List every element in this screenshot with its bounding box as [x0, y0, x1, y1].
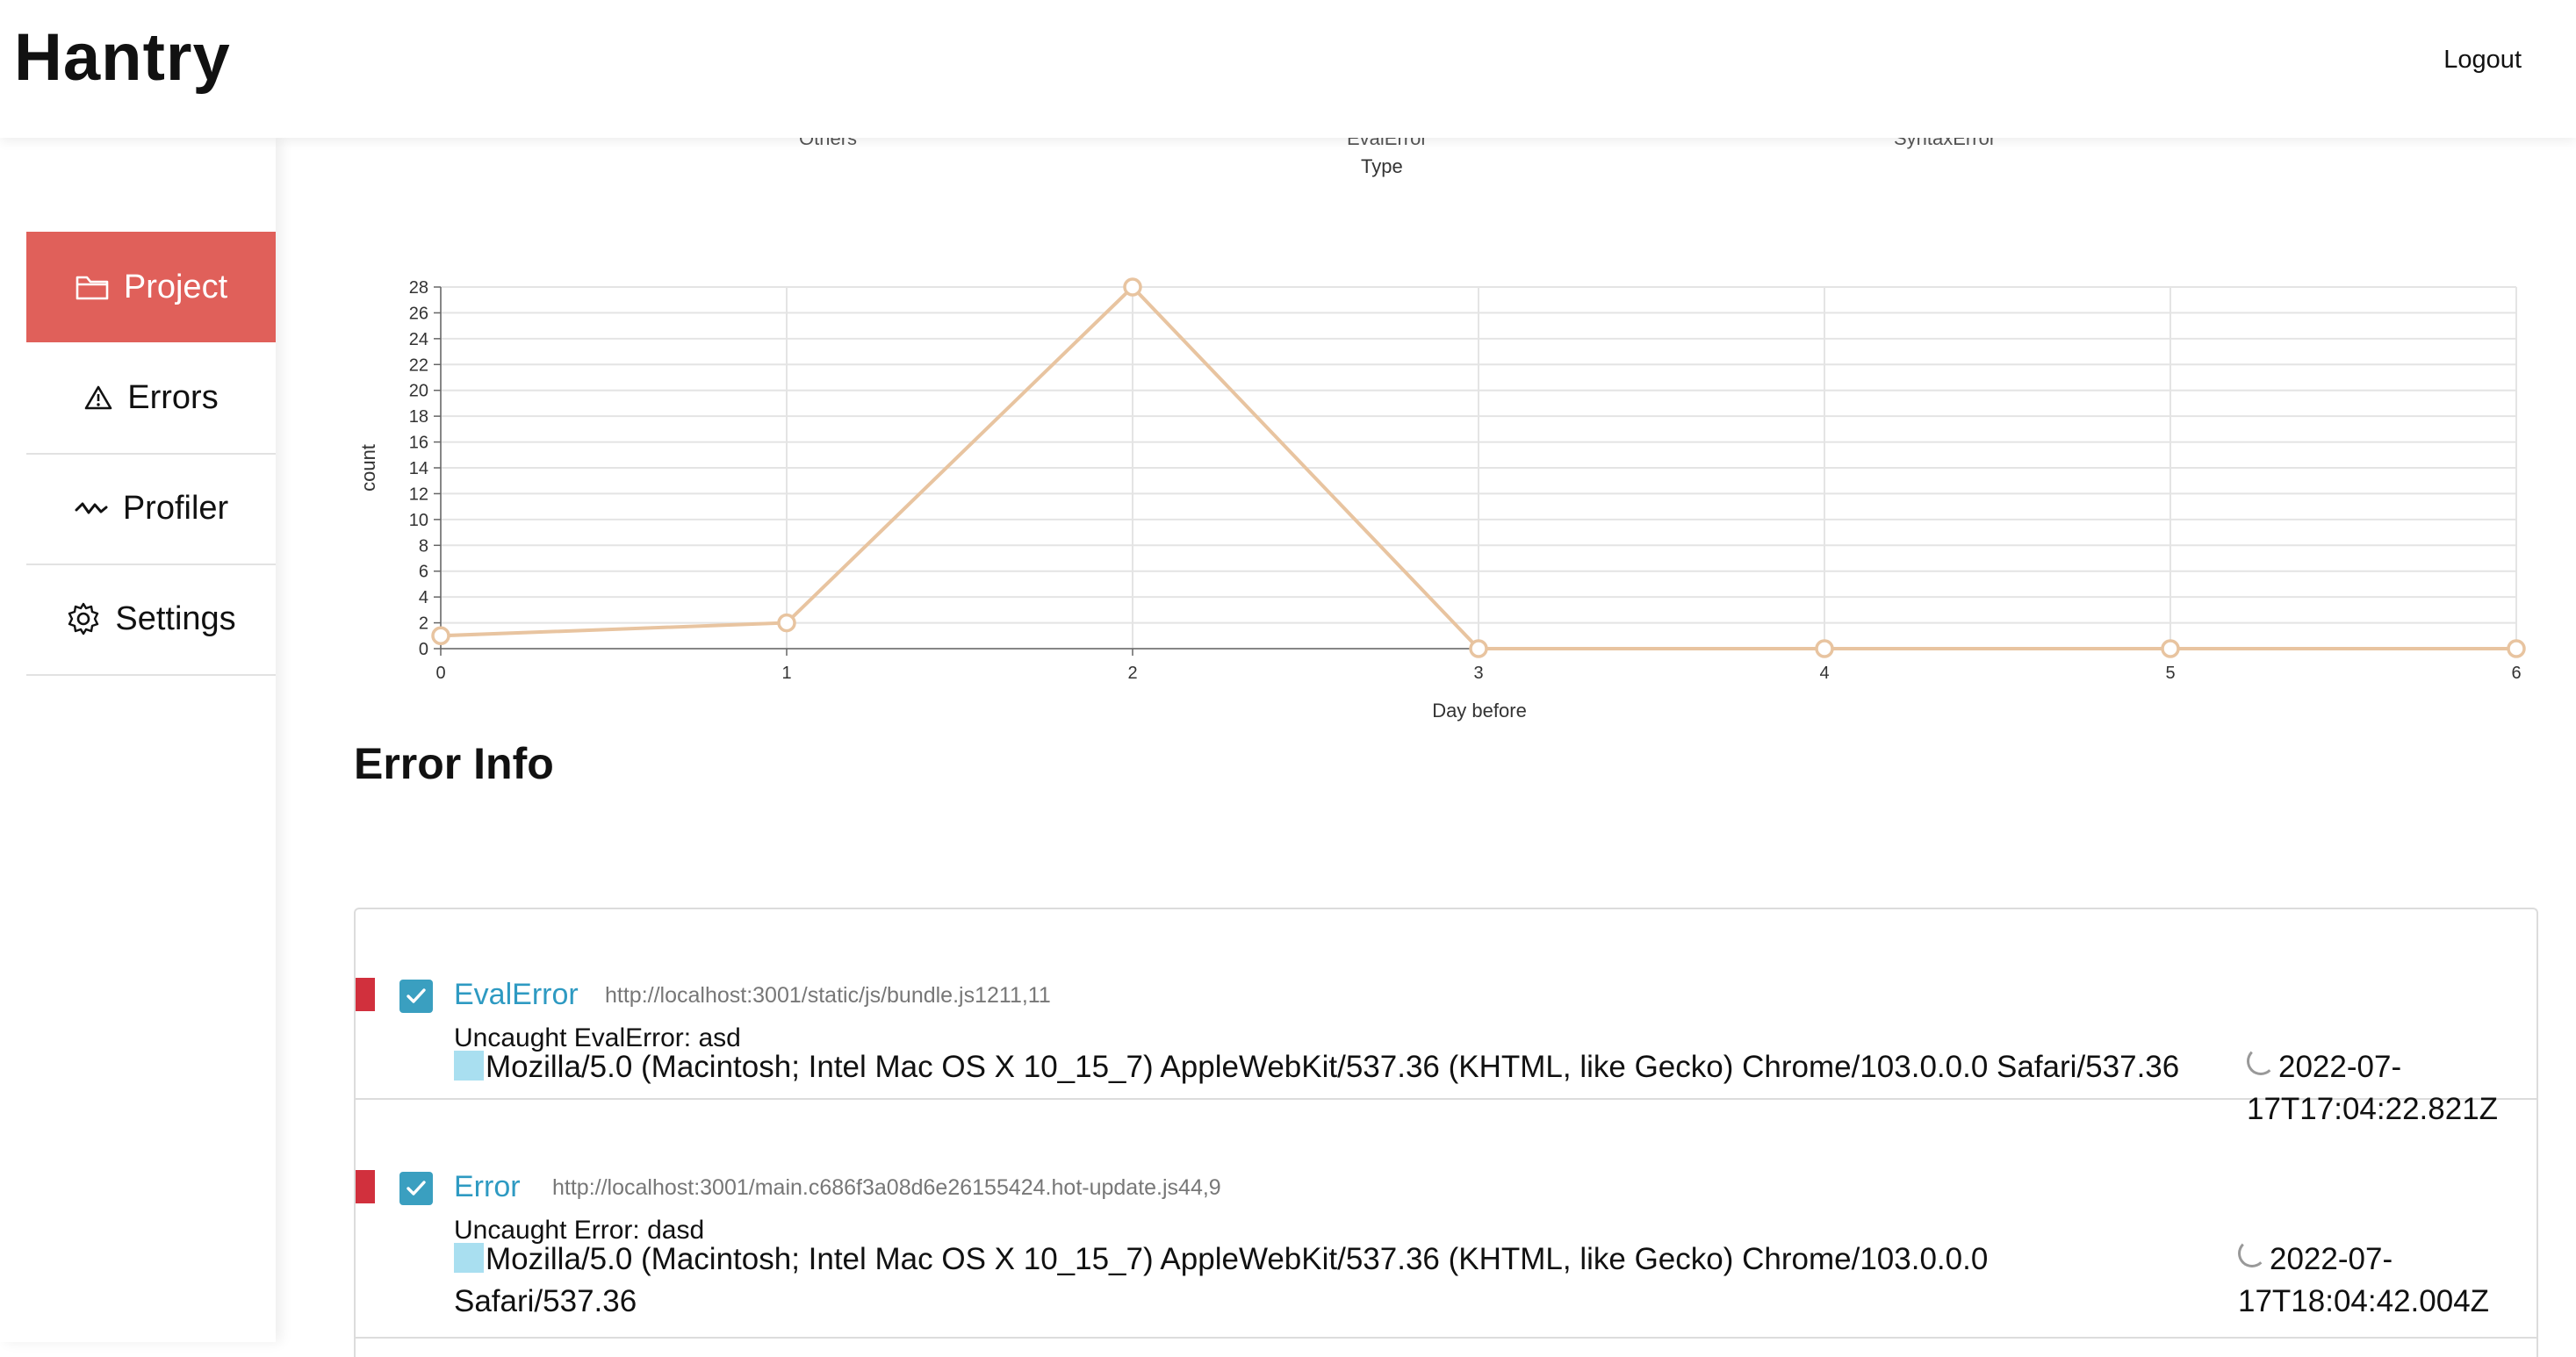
error-timestamp: 2022-07- 17T18:04:42.004Z	[2238, 1239, 2489, 1323]
user-agent-text: Safari/537.36	[454, 1284, 637, 1318]
error-list-item[interactable]: Error http://localhost:3001/main.c686f3a…	[356, 1100, 2536, 1339]
error-severity-marker	[356, 1170, 375, 1203]
sidebar-item-settings[interactable]: Settings	[26, 564, 276, 676]
x-tick-label: 3	[1473, 664, 1483, 683]
timestamp-text: 17T18:04:42.004Z	[2238, 1284, 2490, 1318]
errors-per-day-line-chart: 02468101214161820222426280 1 2 3 4 5 6 count D…	[357, 277, 2526, 722]
y-tick-label: 20	[409, 382, 428, 401]
data-point	[2507, 639, 2526, 658]
error-list-item[interactable]: EvalError http://localhost:3001/static/j…	[356, 909, 2536, 1126]
react-icon	[454, 1051, 484, 1081]
error-user-agent: Mozilla/5.0 (Macintosh; Intel Mac OS X 1…	[454, 1046, 2179, 1088]
error-severity-marker	[356, 978, 375, 1011]
brand-logo[interactable]: Hantry	[14, 19, 231, 96]
gear-icon	[66, 601, 101, 636]
error-checkbox[interactable]	[399, 1172, 433, 1205]
x-tick-label: 5	[2165, 664, 2175, 683]
y-tick-label: 0	[419, 640, 428, 659]
y-tick-label: 4	[419, 588, 428, 607]
data-point	[777, 613, 796, 633]
data-point	[1469, 639, 1488, 658]
y-tick-label: 22	[409, 355, 428, 375]
user-agent-text: Mozilla/5.0 (Macintosh; Intel Mac OS X 1…	[486, 1050, 2180, 1084]
sidebar-item-project[interactable]: Project	[26, 232, 276, 342]
x-tick-label: 6	[2511, 664, 2521, 683]
data-point	[2161, 639, 2180, 658]
wave-icon	[74, 498, 109, 519]
clock-icon	[2247, 1047, 2275, 1075]
y-tick-label: 10	[409, 511, 428, 530]
y-tick-label: 18	[409, 407, 428, 427]
y-tick-label: 6	[419, 563, 428, 582]
sidebar-item-profiler[interactable]: Profiler	[26, 453, 276, 565]
react-icon	[454, 1243, 484, 1273]
user-agent-text: Mozilla/5.0 (Macintosh; Intel Mac OS X 1…	[486, 1242, 1989, 1276]
top-header: Hantry Logout	[0, 0, 2576, 138]
y-tick-label: 2	[419, 614, 428, 634]
y-tick-label: 24	[409, 330, 428, 349]
error-source-url: http://localhost:3001/static/js/bundle.j…	[605, 983, 1051, 1008]
error-info-title: Error Info	[354, 739, 554, 788]
y-tick-label: 28	[409, 278, 428, 298]
data-point	[1815, 639, 1834, 658]
x-tick-label: 2	[1127, 664, 1137, 683]
sidebar-item-label: Project	[123, 268, 228, 305]
logout-button[interactable]: Logout	[2443, 46, 2522, 75]
warning-icon	[83, 384, 113, 411]
sidebar-item-errors[interactable]: Errors	[26, 342, 276, 455]
error-user-agent: Mozilla/5.0 (Macintosh; Intel Mac OS X 1…	[454, 1239, 2122, 1323]
error-name[interactable]: EvalError	[454, 978, 579, 1012]
sidebar-item-label: Errors	[127, 378, 219, 416]
error-source-url: http://localhost:3001/main.c686f3a08d6e2…	[552, 1175, 1221, 1200]
x-tick-label: 0	[435, 664, 445, 683]
y-axis-title: count	[357, 444, 379, 492]
y-tick-label: 26	[409, 304, 428, 323]
y-tick-label: 12	[409, 485, 428, 504]
y-tick-label: 14	[409, 459, 428, 478]
error-list: EvalError http://localhost:3001/static/j…	[354, 908, 2538, 1357]
sidebar-item-label: Settings	[115, 600, 236, 637]
main-content: Others EvalError SyntaxError Type 024681…	[276, 138, 2576, 1357]
data-point	[431, 626, 450, 646]
error-checkbox[interactable]	[399, 980, 433, 1013]
timestamp-text: 2022-07-	[2270, 1242, 2393, 1276]
y-tick-label: 8	[419, 536, 428, 556]
folder-icon	[75, 272, 110, 302]
clock-icon	[2238, 1239, 2266, 1267]
error-name[interactable]: Error	[454, 1170, 521, 1204]
sidebar-item-label: Profiler	[122, 489, 229, 527]
x-tick-label: 1	[781, 664, 791, 683]
x-tick-label: 4	[1819, 664, 1829, 683]
y-tick-label: 16	[409, 434, 428, 453]
data-point	[1123, 277, 1142, 297]
x-axis-title: Day before	[1432, 700, 1527, 722]
sidebar: Project Errors Profiler Settings	[0, 138, 276, 1342]
